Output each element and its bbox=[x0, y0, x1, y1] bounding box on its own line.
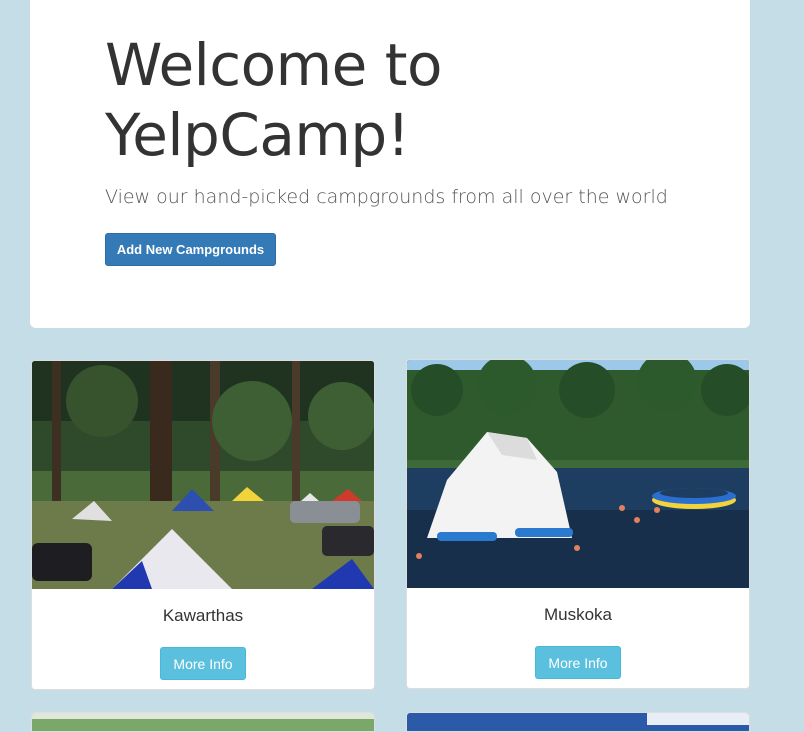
campground-image[interactable] bbox=[407, 713, 749, 732]
campground-card bbox=[31, 712, 375, 732]
campground-card bbox=[406, 712, 750, 732]
campground-image[interactable] bbox=[32, 361, 374, 589]
campground-image[interactable] bbox=[32, 713, 374, 732]
more-info-button[interactable]: More Info bbox=[160, 647, 246, 680]
campground-name: Muskoka bbox=[543, 605, 613, 624]
campground-card: Muskoka More Info bbox=[406, 359, 750, 689]
campground-name: Kawarthas bbox=[162, 606, 244, 625]
more-info-button[interactable]: More Info bbox=[535, 646, 621, 679]
page-subtitle: View our hand-picked campgrounds from al… bbox=[105, 186, 668, 208]
add-campground-button[interactable]: Add New Campgrounds bbox=[105, 233, 276, 266]
campground-card: Kawarthas More Info bbox=[31, 360, 375, 690]
jumbotron: Welcome to YelpCamp! View our hand-picke… bbox=[30, 0, 750, 328]
page-title: Welcome to YelpCamp! bbox=[105, 31, 442, 169]
campground-image[interactable] bbox=[407, 360, 749, 588]
